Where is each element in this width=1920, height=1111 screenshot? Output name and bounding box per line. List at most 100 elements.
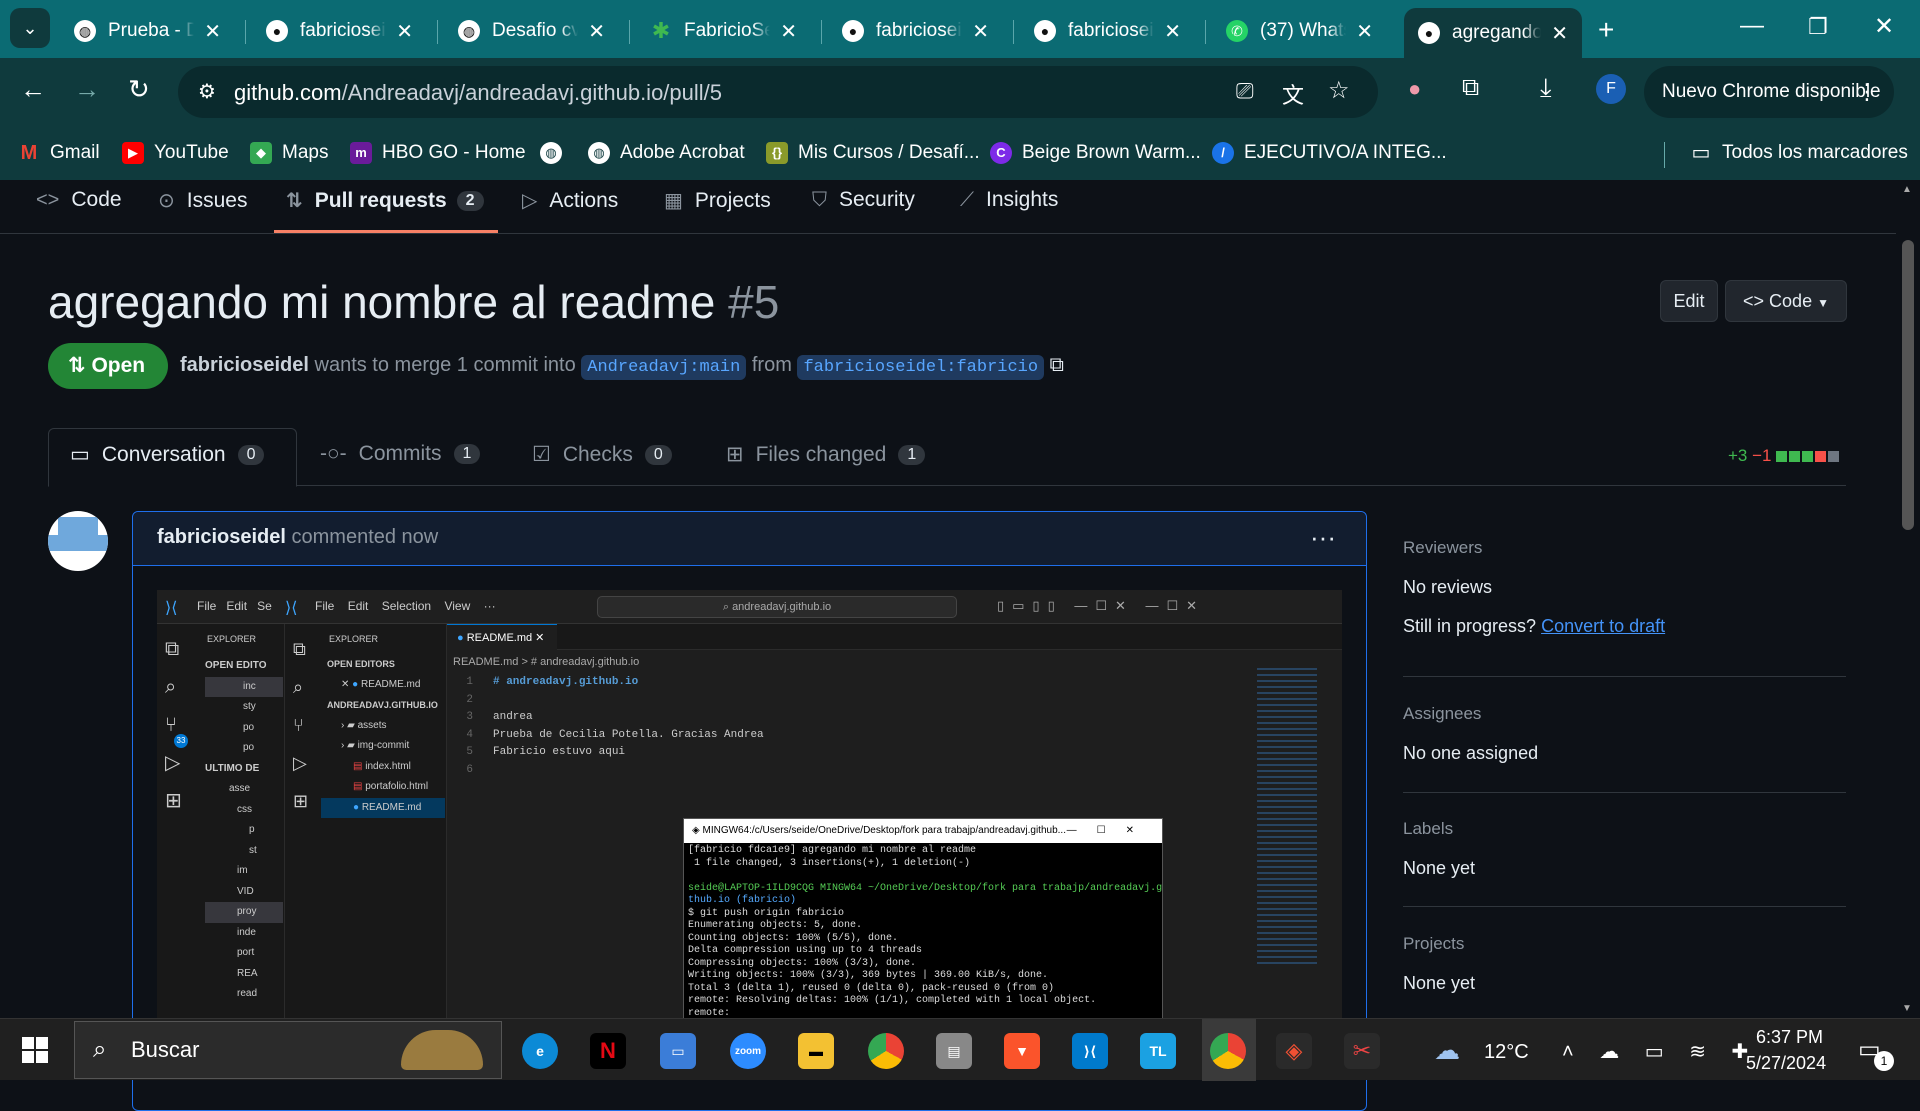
browser-tab[interactable]: ●fabricioseidel✕ bbox=[1020, 8, 1195, 54]
code-button[interactable]: <> Code ▼ bbox=[1725, 280, 1847, 322]
browser-tab[interactable]: ✱FabricioSeidel✕ bbox=[636, 8, 811, 54]
clock-time[interactable]: 6:37 PM bbox=[1756, 1027, 1823, 1048]
canva-icon: C bbox=[990, 142, 1012, 164]
window-close-icon[interactable]: ✕ bbox=[1874, 12, 1894, 41]
tl-app-icon[interactable]: TL bbox=[1140, 1033, 1176, 1069]
bookmark-star-icon[interactable]: ☆ bbox=[1328, 76, 1350, 105]
repo-tab-pull-requests[interactable]: ⇅ Pull requests 2 bbox=[286, 188, 484, 213]
base-branch[interactable]: Andreadavj:main bbox=[581, 355, 747, 380]
browser-tab[interactable]: ◍ Prueba - D ✕ bbox=[60, 8, 235, 54]
computer-icon[interactable]: ▭ bbox=[660, 1033, 696, 1069]
reload-icon[interactable]: ↻ bbox=[128, 74, 150, 105]
windows-start-icon[interactable] bbox=[22, 1037, 48, 1063]
bookmark-youtube[interactable]: ▶ YouTube bbox=[122, 142, 229, 164]
chrome-active-icon[interactable] bbox=[1210, 1033, 1246, 1069]
weather-temp[interactable]: 12°C bbox=[1484, 1041, 1529, 1064]
bookmark-maps[interactable]: ◆ Maps bbox=[250, 142, 328, 164]
bookmark-beige[interactable]: C Beige Brown Warm... bbox=[990, 142, 1201, 164]
merge-description: fabricioseidel wants to merge 1 commit i… bbox=[180, 354, 1064, 380]
chrome-icon[interactable] bbox=[868, 1033, 904, 1069]
close-icon[interactable]: ✕ bbox=[972, 19, 989, 44]
browser-tab-active[interactable]: ● agregando ✕ bbox=[1404, 8, 1582, 58]
omnibox[interactable]: ⚙ github.com/Andreadavj/andreadavj.githu… bbox=[178, 66, 1378, 118]
all-bookmarks[interactable]: ▭ Todos los marcadores bbox=[1690, 142, 1908, 164]
weather-icon[interactable]: ☁ bbox=[1434, 1035, 1460, 1066]
new-tab-button[interactable]: + bbox=[1598, 14, 1614, 46]
file-explorer-icon[interactable]: ▬ bbox=[798, 1033, 834, 1069]
chrome-update-button[interactable]: Nuevo Chrome disponible ⋮ bbox=[1644, 66, 1894, 118]
comment-author[interactable]: fabricioseidel bbox=[157, 526, 286, 548]
bookmark-hbo[interactable]: m HBO GO - Home bbox=[350, 142, 526, 164]
tab-conversation-label[interactable]: ▭ Conversation 0 bbox=[70, 442, 265, 467]
tab-commits[interactable]: -○- Commits 1 bbox=[320, 442, 481, 466]
labels-heading[interactable]: Labels bbox=[1403, 819, 1453, 839]
restore-icon[interactable]: ❐ bbox=[1808, 14, 1828, 40]
head-branch[interactable]: fabricioseidel:fabricio bbox=[797, 355, 1045, 380]
clock-date[interactable]: 5/27/2024 bbox=[1746, 1053, 1826, 1074]
back-icon[interactable]: ← bbox=[20, 74, 46, 105]
kebab-menu-icon[interactable]: ··· bbox=[1310, 522, 1336, 553]
page-scrollbar[interactable]: ▲ ▼ bbox=[1896, 180, 1920, 1018]
comment-screenshot-image[interactable]: ⟩⟨ File Edit Se ⟩⟨ File Edit Selection V… bbox=[157, 590, 1342, 1020]
snipping-tool-icon[interactable]: ✂ bbox=[1344, 1033, 1380, 1069]
tab-files-changed[interactable]: ⊞ Files changed 1 bbox=[726, 442, 926, 467]
copy-icon[interactable]: ⧉ bbox=[1050, 354, 1064, 376]
browser-tab[interactable]: ●fabricioseidel✕ bbox=[828, 8, 1003, 54]
bookmark-gmail[interactable]: M Gmail bbox=[18, 142, 100, 164]
bookmark-ejecutivo[interactable]: / EJECUTIVO/A INTEG... bbox=[1212, 142, 1447, 164]
translate-icon[interactable]: 文 bbox=[1282, 78, 1304, 110]
zoom-icon[interactable]: zoom bbox=[730, 1033, 766, 1069]
repo-tab-projects[interactable]: ▦ Projects bbox=[664, 188, 771, 213]
pr-author-link[interactable]: fabricioseidel bbox=[180, 354, 309, 376]
assignees-heading[interactable]: Assignees bbox=[1403, 704, 1481, 724]
explorer-tree: OPEN EDITORS ✕ ● README.md ANDREADAVJ.GI… bbox=[321, 654, 445, 818]
close-icon[interactable]: ✕ bbox=[588, 19, 605, 44]
vscode-taskbar-icon[interactable]: ⟩⟨ bbox=[1072, 1033, 1108, 1069]
netflix-icon[interactable]: N bbox=[590, 1033, 626, 1069]
tray-icons[interactable]: ˄ ☁ ▭ ≋ ✚ bbox=[1562, 1039, 1758, 1064]
repo-tab-code[interactable]: <> Code bbox=[36, 188, 122, 212]
repo-tab-issues[interactable]: ⊙ Issues bbox=[158, 188, 247, 213]
tab-search-button[interactable]: ⌄ bbox=[10, 8, 50, 48]
pull-request-icon: ⇅ bbox=[68, 354, 86, 377]
site-info-icon[interactable]: ⚙ bbox=[198, 79, 216, 104]
more-icon[interactable]: ⋮ bbox=[1856, 66, 1878, 118]
avatar[interactable] bbox=[48, 511, 108, 571]
youtube-icon: ▶ bbox=[122, 142, 144, 164]
close-icon[interactable]: ✕ bbox=[780, 19, 797, 44]
bookmark-cursos[interactable]: {} Mis Cursos / Desafí... bbox=[766, 142, 980, 164]
convert-to-draft-link[interactable]: Convert to draft bbox=[1541, 616, 1665, 636]
minimize-icon[interactable]: — bbox=[1740, 12, 1764, 40]
download-icon[interactable]: ⤓ bbox=[1540, 72, 1552, 104]
git-taskbar-icon[interactable]: ◈ bbox=[1276, 1033, 1312, 1069]
install-icon[interactable]: ⎚ bbox=[1236, 78, 1254, 104]
remote-desktop-icon[interactable]: ▤ bbox=[936, 1033, 972, 1069]
forward-icon[interactable]: → bbox=[74, 74, 100, 105]
bookmark-adobe[interactable]: ◍ Adobe Acrobat bbox=[588, 142, 745, 164]
browser-tab[interactable]: ●fabricioseidel✕ bbox=[252, 8, 427, 54]
browser-tab[interactable]: ✆(37) WhatsApp✕ bbox=[1212, 8, 1387, 54]
browser-tab[interactable]: ◍ Desafio cv ✕ bbox=[444, 8, 619, 54]
extensions-icon[interactable]: ⧉ bbox=[1462, 74, 1479, 102]
url-text[interactable]: github.com/Andreadavj/andreadavj.github.… bbox=[234, 80, 722, 106]
caret-down-icon: ▼ bbox=[1817, 296, 1829, 310]
close-icon[interactable]: ✕ bbox=[1164, 19, 1181, 44]
repo-tab-actions[interactable]: ▷ Actions bbox=[522, 188, 618, 213]
bookmark-globe[interactable]: ◍ bbox=[540, 142, 572, 164]
close-icon[interactable]: ✕ bbox=[204, 19, 221, 44]
reviewers-heading[interactable]: Reviewers bbox=[1403, 538, 1482, 558]
cookie-extension-icon[interactable]: ● bbox=[1408, 76, 1421, 102]
taskbar-search[interactable]: ⌕ Buscar bbox=[74, 1021, 502, 1079]
repo-tab-security[interactable]: ⛉ Security bbox=[812, 188, 915, 212]
edit-button[interactable]: Edit bbox=[1660, 280, 1718, 322]
profile-avatar[interactable]: F bbox=[1596, 74, 1626, 104]
brave-icon[interactable]: ▼ bbox=[1004, 1033, 1040, 1069]
close-icon[interactable]: ✕ bbox=[396, 19, 413, 44]
projects-heading[interactable]: Projects bbox=[1403, 934, 1464, 954]
edge-icon[interactable]: e bbox=[522, 1033, 558, 1069]
repo-tab-insights[interactable]: ⟋ Insights bbox=[960, 188, 1058, 212]
close-icon[interactable]: ✕ bbox=[1551, 21, 1568, 46]
tab-checks[interactable]: ☑ Checks 0 bbox=[532, 442, 672, 467]
close-icon[interactable]: ✕ bbox=[1356, 19, 1373, 44]
terminal-window[interactable]: ◈ MINGW64:/c/Users/seide/OneDrive/Deskto… bbox=[683, 818, 1163, 1020]
